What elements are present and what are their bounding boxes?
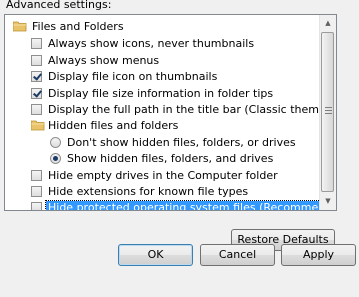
tree-item-label: Display file icon on thumbnails bbox=[48, 70, 218, 83]
thumb-grip bbox=[325, 107, 332, 108]
tree-item-label: Hide empty drives in the Computer folder bbox=[48, 169, 278, 182]
tree-item-label: Display file size information in folder … bbox=[48, 87, 274, 100]
tree-item-label: Files and Folders bbox=[32, 20, 124, 33]
advanced-settings-tree[interactable]: Files and Folders Always show icons, nev… bbox=[4, 14, 337, 211]
tree-item-label-selected: Hide protected operating system files (R… bbox=[44, 200, 336, 210]
tree-item-label: Display the full path in the title bar (… bbox=[48, 103, 337, 116]
folder-icon bbox=[31, 120, 45, 131]
radio-show-hidden-files[interactable]: Show hidden files, folders, and drives bbox=[5, 150, 315, 168]
checkbox-box[interactable] bbox=[31, 38, 42, 49]
tree-item-label: Hidden files and folders bbox=[48, 119, 179, 132]
tree-item-label: Hide extensions for known file types bbox=[48, 185, 249, 198]
tree-item-label: Show hidden files, folders, and drives bbox=[67, 152, 274, 165]
apply-button[interactable]: Apply bbox=[281, 244, 356, 266]
ok-button[interactable]: OK bbox=[118, 244, 193, 266]
thumb-grip bbox=[325, 113, 332, 114]
radio-button[interactable] bbox=[50, 137, 61, 148]
radio-button[interactable] bbox=[50, 153, 61, 164]
checkbox-box[interactable] bbox=[31, 88, 42, 99]
checkbox-hide-protected-os-files[interactable]: Hide protected operating system files (R… bbox=[5, 199, 336, 210]
folder-icon bbox=[13, 21, 27, 32]
checkbox-box[interactable] bbox=[31, 202, 42, 210]
checkbox-box[interactable] bbox=[31, 186, 42, 197]
scroll-thumb[interactable] bbox=[321, 32, 334, 192]
checkbox-always-show-icons[interactable]: Always show icons, never thumbnails bbox=[5, 35, 315, 53]
checkbox-box[interactable] bbox=[31, 170, 42, 181]
vertical-scrollbar[interactable]: ▲ ▼ bbox=[319, 15, 336, 210]
tree-item-label: Always show icons, never thumbnails bbox=[48, 37, 255, 50]
checkbox-display-file-icon-on-thumbnails[interactable]: Display file icon on thumbnails bbox=[5, 68, 315, 86]
tree-item-files-and-folders[interactable]: Files and Folders bbox=[5, 18, 315, 36]
tree-item-label: Don't show hidden files, folders, or dri… bbox=[67, 136, 296, 149]
checkbox-box[interactable] bbox=[31, 104, 42, 115]
thumb-grip bbox=[325, 110, 332, 111]
tree-item-label: Always show menus bbox=[48, 54, 160, 67]
checkbox-box[interactable] bbox=[31, 55, 42, 66]
checkbox-box[interactable] bbox=[31, 71, 42, 82]
cancel-button[interactable]: Cancel bbox=[200, 244, 275, 266]
scroll-up-arrow-icon[interactable]: ▲ bbox=[320, 15, 336, 32]
tree-item-hidden-files-and-folders[interactable]: Hidden files and folders bbox=[5, 117, 315, 135]
advanced-settings-label: Advanced settings: bbox=[6, 0, 112, 11]
scroll-down-arrow-icon[interactable]: ▼ bbox=[320, 193, 336, 210]
